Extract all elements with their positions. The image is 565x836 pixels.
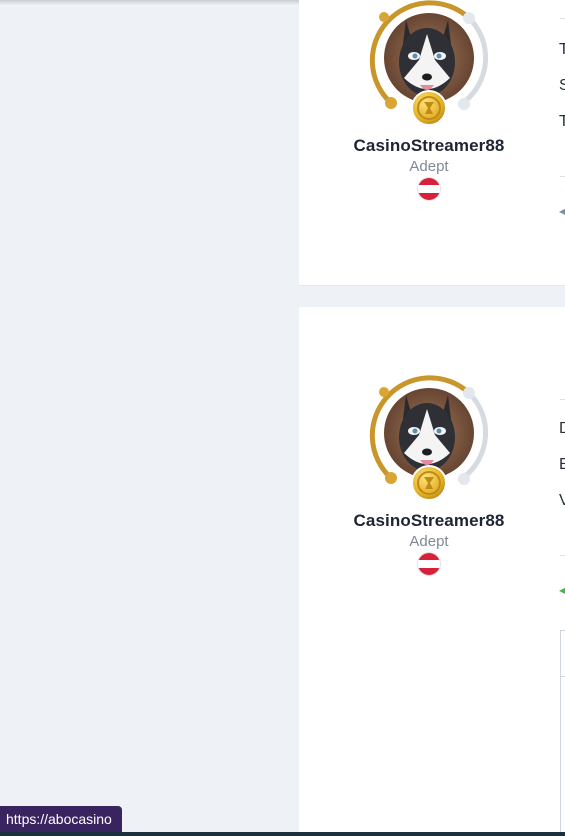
post-text-line: T: [559, 114, 565, 130]
post-text-line: S: [559, 78, 565, 94]
post-footer-divider: [560, 555, 565, 556]
avatar[interactable]: [364, 0, 494, 130]
quote-arrow-icon[interactable]: ◀: [559, 584, 565, 596]
level-ring-icon: [369, 375, 489, 501]
post-text-line: T: [559, 42, 565, 58]
level-ring-icon: [369, 0, 489, 126]
forum-post: CasinoStreamer88 Adept D E V ◀: [299, 307, 565, 836]
forum-post: CasinoStreamer88 Adept T S T ◀: [299, 0, 565, 286]
post-author: CasinoStreamer88 Adept: [339, 0, 519, 200]
taskbar-edge: [0, 832, 565, 836]
reply-box[interactable]: [560, 630, 565, 836]
quote-arrow-icon[interactable]: ◀: [559, 205, 565, 217]
avatar[interactable]: [364, 375, 494, 505]
username[interactable]: CasinoStreamer88: [354, 136, 505, 156]
user-rank: Adept: [409, 533, 449, 550]
username[interactable]: CasinoStreamer88: [354, 511, 505, 531]
post-text-line: D: [559, 421, 565, 437]
post-header-divider: [560, 399, 565, 400]
user-rank: Adept: [409, 158, 449, 175]
austria-flag-icon: [418, 178, 440, 200]
austria-flag-icon: [418, 553, 440, 575]
link-status-bar: https://abocasino: [0, 806, 122, 832]
post-author: CasinoStreamer88 Adept: [339, 375, 519, 575]
post-footer-divider: [560, 176, 565, 177]
post-text-line: V: [559, 493, 565, 509]
post-text-line: E: [559, 457, 565, 473]
post-header-divider: [560, 18, 565, 19]
